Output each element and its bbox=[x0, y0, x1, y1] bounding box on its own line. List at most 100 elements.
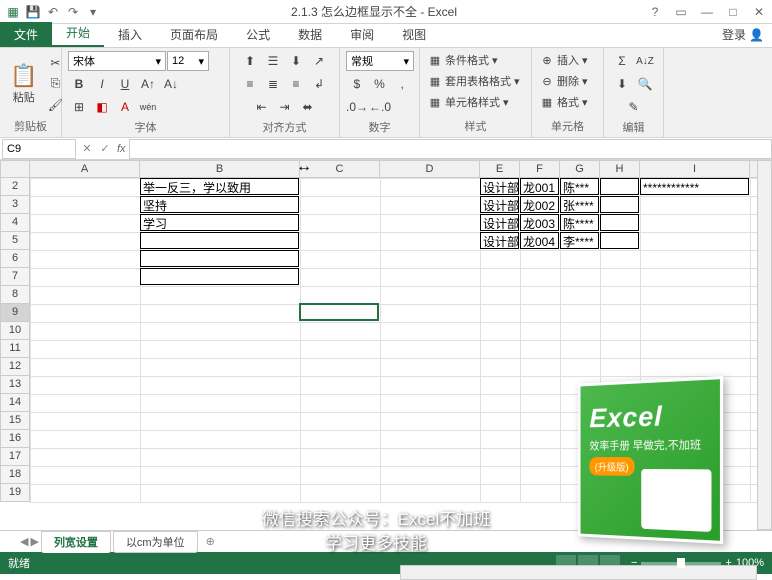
font-name-combo[interactable]: 宋体▾ bbox=[68, 51, 166, 71]
cell-F5[interactable]: 龙004 bbox=[520, 232, 559, 249]
cell-G5[interactable]: 李**** bbox=[560, 232, 599, 249]
row-header-19[interactable]: 19 bbox=[0, 484, 30, 502]
undo-icon[interactable]: ↶ bbox=[44, 3, 62, 21]
align-left-icon[interactable]: ≡ bbox=[239, 74, 261, 94]
row-header-10[interactable]: 10 bbox=[0, 322, 30, 340]
cell-B4[interactable]: 学习 bbox=[140, 214, 299, 231]
tab-formula[interactable]: 公式 bbox=[232, 22, 284, 47]
maximize-icon[interactable]: □ bbox=[724, 5, 742, 19]
cell-H5[interactable] bbox=[600, 232, 639, 249]
col-header-D[interactable]: D bbox=[380, 160, 480, 178]
tab-view[interactable]: 视图 bbox=[388, 22, 440, 47]
increase-indent-icon[interactable]: ⇥ bbox=[274, 97, 296, 117]
cell-I2[interactable]: ************ bbox=[640, 178, 749, 195]
col-header-I[interactable]: I bbox=[640, 160, 750, 178]
font-size-combo[interactable]: 12▾ bbox=[167, 51, 209, 71]
comma-icon[interactable]: , bbox=[391, 74, 413, 94]
tab-insert[interactable]: 插入 bbox=[104, 22, 156, 47]
decrease-decimal-icon[interactable]: ←.0 bbox=[369, 97, 391, 117]
format-table-button[interactable]: ▦套用表格格式 ▾ bbox=[426, 72, 525, 90]
tab-review[interactable]: 审阅 bbox=[336, 22, 388, 47]
insert-cells-button[interactable]: ⊕插入 ▾ bbox=[538, 51, 597, 69]
formula-input[interactable] bbox=[129, 139, 772, 159]
row-header-15[interactable]: 15 bbox=[0, 412, 30, 430]
decrease-font-icon[interactable]: A↓ bbox=[160, 74, 182, 94]
sheet-tab-1[interactable]: 以cm为单位 bbox=[113, 531, 198, 553]
row-header-3[interactable]: 3 bbox=[0, 196, 30, 214]
cell-G3[interactable]: 张**** bbox=[560, 196, 599, 213]
row-header-16[interactable]: 16 bbox=[0, 430, 30, 448]
wrap-text-icon[interactable]: ↲ bbox=[308, 74, 330, 94]
increase-decimal-icon[interactable]: .0→ bbox=[346, 97, 368, 117]
align-center-icon[interactable]: ≣ bbox=[262, 74, 284, 94]
login-link[interactable]: 登录👤 bbox=[714, 22, 772, 47]
row-header-2[interactable]: 2 bbox=[0, 178, 30, 196]
cell-B3[interactable]: 坚持 bbox=[140, 196, 299, 213]
cell-B5[interactable] bbox=[140, 232, 299, 249]
qat-dropdown-icon[interactable]: ▾ bbox=[84, 3, 102, 21]
cell-E5[interactable]: 设计部 bbox=[480, 232, 519, 249]
cell-G4[interactable]: 陈**** bbox=[560, 214, 599, 231]
border-button[interactable]: ⊞ bbox=[68, 97, 90, 117]
cell-E2[interactable]: 设计部 bbox=[480, 178, 519, 195]
row-header-11[interactable]: 11 bbox=[0, 340, 30, 358]
col-header-G[interactable]: G bbox=[560, 160, 600, 178]
row-header-14[interactable]: 14 bbox=[0, 394, 30, 412]
number-format-combo[interactable]: 常规▾ bbox=[346, 51, 414, 71]
cancel-formula-icon[interactable]: ✕ bbox=[78, 139, 96, 159]
sheet-nav-next-icon[interactable]: ▶ bbox=[30, 535, 38, 548]
align-bottom-icon[interactable]: ⬇ bbox=[285, 51, 307, 71]
cell-H3[interactable] bbox=[600, 196, 639, 213]
align-top-icon[interactable]: ⬆ bbox=[239, 51, 261, 71]
percent-icon[interactable]: % bbox=[369, 74, 391, 94]
vertical-scrollbar[interactable] bbox=[757, 160, 772, 530]
currency-icon[interactable]: $ bbox=[346, 74, 368, 94]
row-header-7[interactable]: 7 bbox=[0, 268, 30, 286]
cell-B7[interactable] bbox=[140, 268, 299, 285]
cell-E3[interactable]: 设计部 bbox=[480, 196, 519, 213]
merge-button[interactable]: ⬌ bbox=[297, 97, 319, 117]
file-tab[interactable]: 文件 bbox=[0, 22, 52, 47]
increase-font-icon[interactable]: A↑ bbox=[137, 74, 159, 94]
new-sheet-button[interactable]: ⊕ bbox=[200, 535, 221, 548]
tab-home[interactable]: 开始 bbox=[52, 20, 104, 47]
redo-icon[interactable]: ↷ bbox=[64, 3, 82, 21]
row-header-4[interactable]: 4 bbox=[0, 214, 30, 232]
col-header-C[interactable]: C bbox=[300, 160, 380, 178]
clear-icon[interactable]: ✎ bbox=[623, 97, 645, 117]
phonetic-button[interactable]: wén bbox=[137, 97, 159, 117]
cell-E4[interactable]: 设计部 bbox=[480, 214, 519, 231]
help-icon[interactable]: ? bbox=[646, 5, 664, 19]
bold-button[interactable]: B bbox=[68, 74, 90, 94]
cell-styles-button[interactable]: ▦单元格样式 ▾ bbox=[426, 93, 525, 111]
cell-G2[interactable]: 陈*** bbox=[560, 178, 599, 195]
row-header-18[interactable]: 18 bbox=[0, 466, 30, 484]
delete-cells-button[interactable]: ⊖删除 ▾ bbox=[538, 72, 597, 90]
col-header-F[interactable]: F bbox=[520, 160, 560, 178]
row-header-17[interactable]: 17 bbox=[0, 448, 30, 466]
row-header-9[interactable]: 9 bbox=[0, 304, 30, 322]
col-header-E[interactable]: E bbox=[480, 160, 520, 178]
autosum-icon[interactable]: Σ bbox=[611, 51, 633, 71]
conditional-format-button[interactable]: ▦条件格式 ▾ bbox=[426, 51, 525, 69]
tab-layout[interactable]: 页面布局 bbox=[156, 22, 232, 47]
fx-icon[interactable]: fx bbox=[114, 143, 129, 155]
sheet-nav-prev-icon[interactable]: ◀ bbox=[20, 535, 28, 548]
paste-button[interactable]: 📋 粘贴 bbox=[6, 61, 41, 107]
format-cells-button[interactable]: ▦格式 ▾ bbox=[538, 93, 597, 111]
fill-color-button[interactable]: ◧ bbox=[91, 97, 113, 117]
tab-data[interactable]: 数据 bbox=[284, 22, 336, 47]
cell-F2[interactable]: 龙001 bbox=[520, 178, 559, 195]
cell-H2[interactable] bbox=[600, 178, 639, 195]
horizontal-scrollbar[interactable] bbox=[400, 565, 757, 580]
col-header-B[interactable]: B bbox=[140, 160, 300, 178]
save-icon[interactable]: 💾 bbox=[24, 3, 42, 21]
cell-H4[interactable] bbox=[600, 214, 639, 231]
sort-icon[interactable]: A↓Z bbox=[634, 51, 656, 71]
col-header-H[interactable]: H bbox=[600, 160, 640, 178]
sheet-tab-0[interactable]: 列宽设置 bbox=[41, 531, 111, 553]
excel-icon[interactable]: ▦ bbox=[4, 3, 22, 21]
align-middle-icon[interactable]: ☰ bbox=[262, 51, 284, 71]
cell-F3[interactable]: 龙002 bbox=[520, 196, 559, 213]
name-box[interactable]: C9 bbox=[2, 139, 76, 159]
